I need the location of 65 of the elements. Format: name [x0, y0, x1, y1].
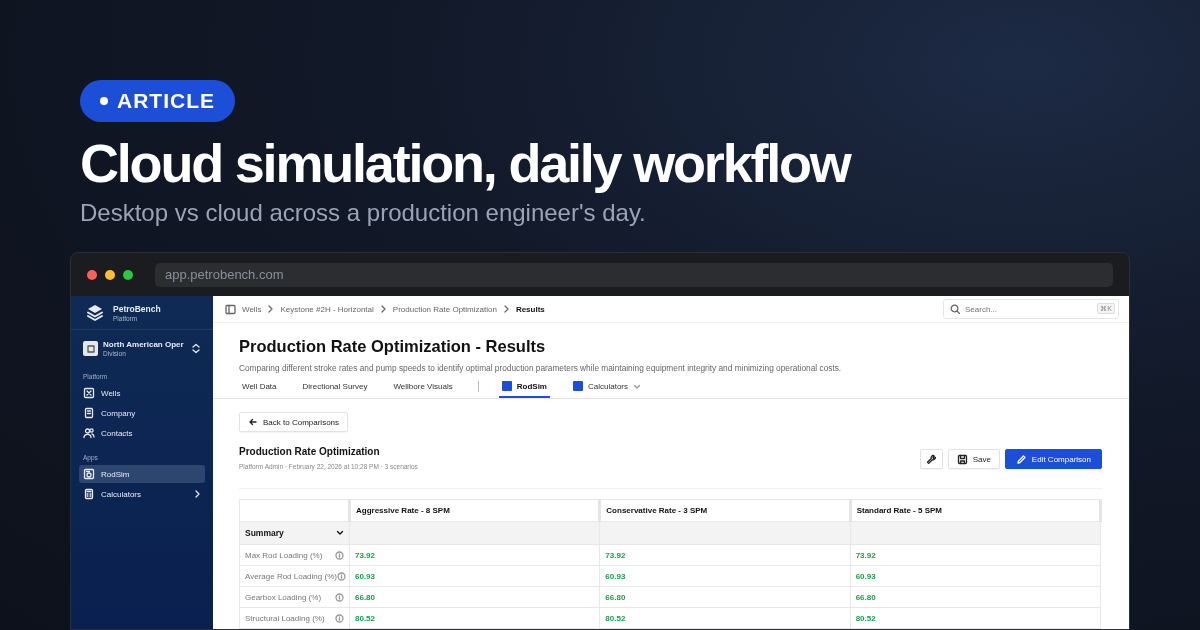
breadcrumb-link[interactable]: Wells — [242, 304, 262, 314]
chevron-right-icon — [267, 304, 275, 314]
table-cell: 66.80 — [355, 592, 376, 602]
row-label: Average Rod Loading (%) — [245, 571, 337, 581]
brand-name: PetroBench — [113, 303, 161, 314]
page-title: Production Rate Optimization - Results — [239, 337, 547, 356]
sidebar-item[interactable]: Contacts — [79, 424, 205, 442]
breadcrumb-link[interactable]: Keystone #2H - Horizontal — [280, 304, 374, 314]
table-cell: 66.80 — [605, 592, 626, 602]
save-button[interactable]: Save — [947, 449, 1000, 469]
info-icon — [335, 550, 344, 560]
table-cell: 80.52 — [855, 613, 876, 623]
article-badge: ARTICLE — [80, 80, 235, 122]
wrench-icon — [925, 453, 937, 465]
back-button[interactable]: Back to Comparisons — [239, 412, 349, 432]
edit-comparison-button[interactable]: Edit Comparison — [1004, 449, 1102, 469]
sidebar-item[interactable]: Wells — [79, 384, 205, 402]
window-control-icon[interactable] — [87, 269, 97, 280]
headline: Cloud simulation, daily workflow — [80, 134, 850, 194]
table-cell: 73.92 — [355, 550, 376, 560]
row-label: Gearbox Loading (%) — [245, 592, 322, 602]
table-cell: 60.93 — [855, 571, 876, 581]
dot-icon — [100, 97, 108, 105]
row-label: Max Rod Loading (%) — [245, 550, 323, 560]
table-cell: 60.93 — [605, 571, 626, 581]
chevron-right-icon — [502, 304, 510, 314]
table-cell: 73.92 — [605, 550, 626, 560]
pencil-icon — [1015, 453, 1027, 465]
window-control-icon[interactable] — [123, 269, 133, 280]
chevron-updown-icon — [191, 343, 201, 354]
address-bar[interactable]: app.petrobench.com — [155, 262, 1113, 287]
page-description: Comparing different stroke rates and pump speeds to identify optimal production parameters while maintaining equipment integrity and minimizing operational costs. — [239, 363, 843, 373]
chevron-right-icon — [379, 304, 387, 314]
info-icon — [336, 571, 346, 581]
tab[interactable]: RodSim — [498, 381, 550, 398]
row-label: Structural Loading (%) — [245, 613, 325, 623]
table-cell: 80.52 — [605, 613, 626, 623]
stack-logo-icon — [85, 303, 105, 322]
sidebar-toggle-icon — [225, 303, 236, 315]
comparison-title: Production Rate Optimization — [239, 446, 381, 457]
tab[interactable]: Wellbore Visuals — [390, 382, 456, 398]
tab[interactable]: Directional Survey — [299, 382, 371, 398]
tab[interactable]: Calculators — [570, 381, 644, 398]
table-cell: 66.80 — [855, 592, 876, 602]
breadcrumb-link[interactable]: Production Rate Optimization — [392, 304, 497, 314]
wrench-button[interactable] — [919, 449, 943, 469]
info-icon — [335, 592, 344, 602]
chevron-down-icon — [336, 529, 344, 537]
info-icon — [335, 613, 344, 623]
window-control-icon[interactable] — [105, 269, 115, 280]
breadcrumb-current: Results — [515, 304, 545, 314]
sidebar-item[interactable]: Calculators — [79, 485, 205, 503]
sidebar-item[interactable]: RodSim — [79, 465, 205, 483]
arrow-left-icon — [248, 417, 258, 427]
subheadline: Desktop vs cloud across a production engineer's day. — [80, 199, 646, 228]
tab[interactable]: Well Data — [239, 382, 280, 398]
group-header[interactable]: Summary — [239, 521, 350, 545]
save-icon — [956, 453, 968, 465]
table-cell: 73.92 — [855, 550, 876, 560]
people-icon — [83, 427, 95, 439]
table-cell: 60.93 — [355, 571, 376, 581]
sidebar-item[interactable]: Company — [79, 404, 205, 422]
table-cell: 80.52 — [355, 613, 376, 623]
chevron-down-icon — [633, 382, 641, 390]
chevron-right-icon — [193, 489, 201, 499]
